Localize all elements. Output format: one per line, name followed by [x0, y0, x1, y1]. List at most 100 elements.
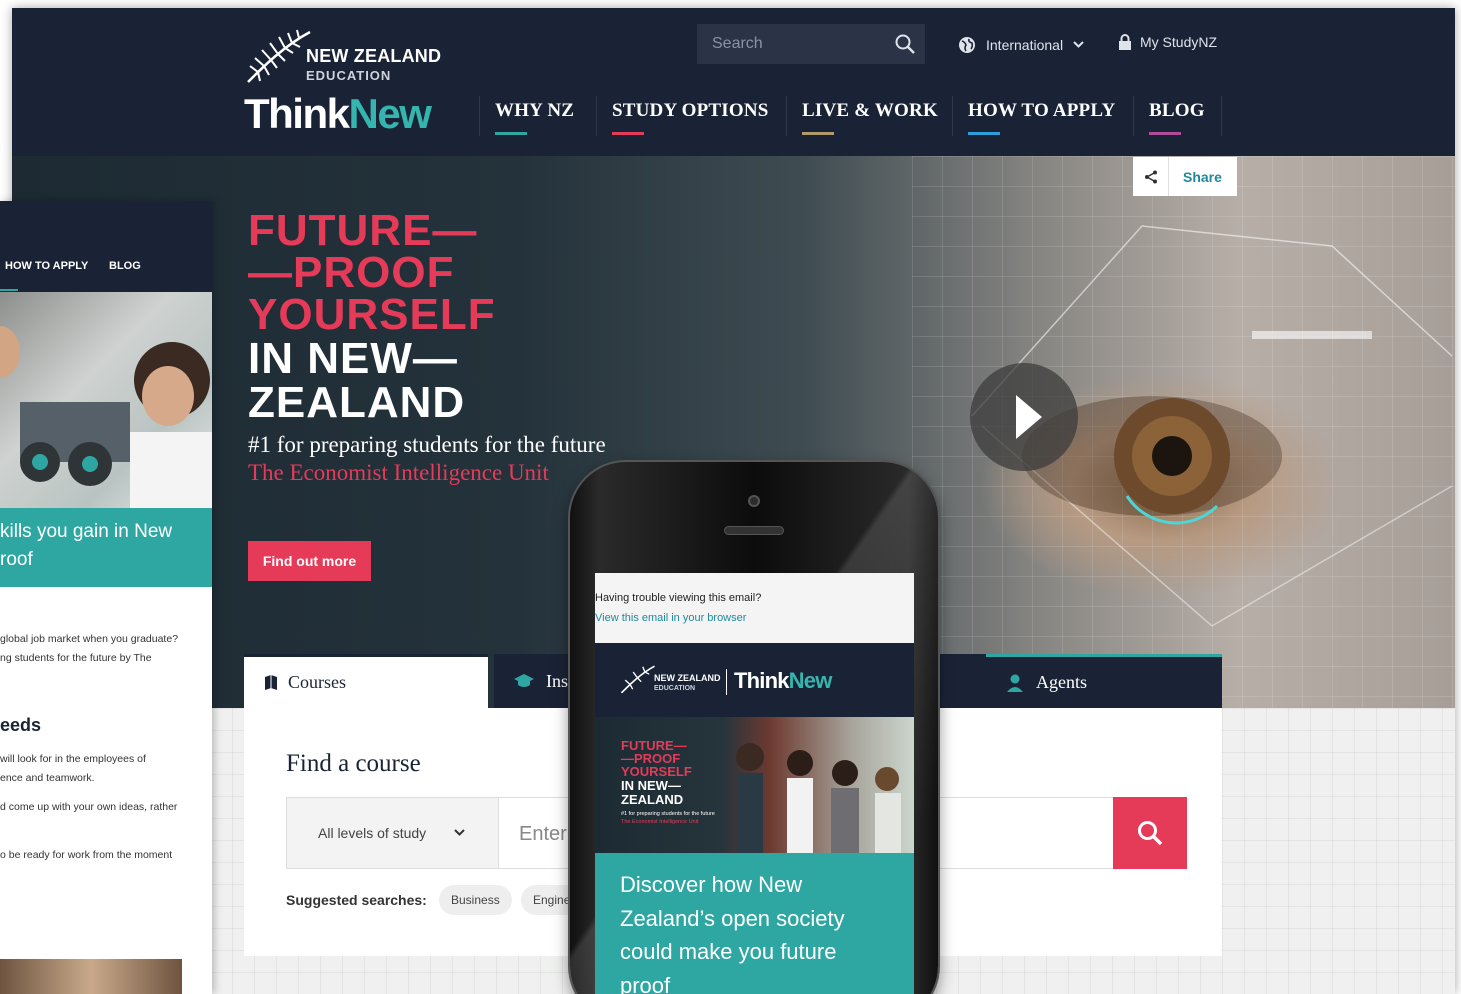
- email-headline-block[interactable]: Discover how New Zealand’s open society …: [595, 853, 914, 994]
- search-placeholder: Search: [712, 35, 763, 52]
- hero-title-line-5: ZEALAND: [248, 378, 466, 427]
- search-input[interactable]: Search: [697, 24, 925, 64]
- mobile-banner-line-1: kills you gain in New: [0, 521, 173, 542]
- tab-agents[interactable]: Agents: [986, 654, 1222, 708]
- find-course-heading: Find a course: [286, 750, 421, 777]
- email-headline-line-2: Zealand’s open society: [620, 905, 845, 931]
- level-select-value: All levels of study: [318, 825, 427, 841]
- nav-underline-study-options: [612, 132, 644, 135]
- nav-divider: [479, 96, 480, 136]
- mobile-paragraph-line: d come up with your own ideas, rather: [0, 801, 178, 813]
- email-headline-line-4: proof: [620, 972, 671, 994]
- thinknew-logo[interactable]: ThinkNew: [244, 90, 432, 138]
- nav-blog[interactable]: BLOG: [1149, 100, 1205, 122]
- students-photo-2: [0, 959, 182, 994]
- mobile-banner-line-2: roof: [0, 549, 33, 570]
- chevron-down-icon: [454, 829, 465, 836]
- mobile-nav-how-to-apply[interactable]: HOW TO APPLY: [5, 260, 88, 272]
- my-studynz-label: My StudyNZ: [1140, 34, 1218, 50]
- mobile-paragraph-line: ence and teamwork.: [0, 772, 95, 784]
- logo-new: New: [348, 90, 432, 137]
- email-source: The Economist Intelligence Unit: [621, 819, 699, 825]
- hero-tagline: #1 for preparing students for the future: [248, 432, 606, 457]
- mobile-nav-underline: [0, 289, 18, 291]
- search-icon: [1138, 821, 1163, 846]
- nav-divider: [1221, 96, 1222, 136]
- email-tagline: #1 for preparing students for the future: [621, 811, 715, 817]
- region-selector[interactable]: International: [958, 36, 1084, 54]
- silver-fern-icon: [620, 665, 655, 694]
- mobile-article-mockup: HOW TO APPLY BLOG kills you gain in New …: [0, 201, 212, 994]
- hero-title-line-1: FUTURE—: [248, 206, 478, 255]
- graduation-cap-icon: [514, 674, 534, 687]
- share-button[interactable]: Share: [1133, 157, 1237, 196]
- email-thinknew-logo: ThinkNew: [734, 668, 832, 694]
- nav-underline-blog: [1149, 132, 1181, 135]
- silver-fern-icon: [247, 29, 311, 83]
- level-of-study-select[interactable]: All levels of study: [286, 797, 499, 869]
- hero-title-line-3: YOURSELF: [248, 290, 496, 339]
- email-title-line-4: IN NEW—: [621, 778, 681, 793]
- hero-title-line-2: —PROOF: [248, 248, 455, 297]
- logo-education: EDUCATION: [306, 68, 392, 83]
- lock-icon: [1119, 34, 1131, 50]
- email-logo-divider: [726, 669, 727, 695]
- email-logo-nz: NEW ZEALAND: [654, 673, 721, 683]
- my-studynz-link[interactable]: My StudyNZ: [1118, 34, 1217, 50]
- person-icon: [1007, 674, 1023, 692]
- email-preheader: [595, 573, 914, 643]
- email-headline-line-1: Discover how New: [620, 872, 803, 897]
- site-header: NEW ZEALAND EDUCATION ThinkNew Search In…: [12, 8, 1455, 156]
- hero-source: The Economist Intelligence Unit: [248, 460, 549, 485]
- region-label: International: [986, 37, 1064, 53]
- email-hero-image: FUTURE— —PROOF YOURSELF IN NEW— ZEALAND …: [595, 717, 914, 853]
- nav-divider: [1133, 96, 1134, 136]
- nav-divider: [952, 96, 953, 136]
- students-robotics-photo: [0, 292, 212, 508]
- nav-underline-why-nz: [495, 132, 527, 135]
- share-icon: [1144, 170, 1157, 183]
- mobile-article-banner: kills you gain in New roof: [0, 508, 212, 587]
- nav-live-work[interactable]: LIVE & WORK: [802, 100, 938, 122]
- email-preview-screen: Having trouble viewing this email? View …: [595, 573, 914, 994]
- view-in-browser-link[interactable]: View this email in your browser: [595, 612, 914, 624]
- suggested-searches-label: Suggested searches:: [286, 892, 427, 908]
- search-icon[interactable]: [895, 34, 915, 54]
- chevron-down-icon: [1073, 41, 1084, 48]
- email-trouble-text: Having trouble viewing this email?: [595, 592, 762, 604]
- mobile-paragraph-line: o be ready for work from the moment: [0, 849, 173, 861]
- globe-icon: [959, 37, 975, 53]
- hero-title-line-4: IN NEW—: [248, 334, 458, 383]
- nav-why-nz[interactable]: WHY NZ: [495, 100, 574, 122]
- email-title-line-5: ZEALAND: [621, 792, 684, 807]
- nav-underline-live-work: [802, 132, 834, 135]
- nav-divider: [596, 96, 597, 136]
- email-logo-education: EDUCATION: [654, 685, 696, 692]
- book-icon: [265, 674, 277, 690]
- find-out-more-button[interactable]: Find out more: [248, 541, 371, 581]
- logo-new-zealand: NEW ZEALAND: [306, 46, 442, 66]
- play-video-button[interactable]: [970, 363, 1078, 471]
- suggestion-chip-business[interactable]: Business: [439, 885, 512, 915]
- tab-courses-label: Courses: [288, 672, 346, 692]
- course-input-placeholder: Enter: [519, 823, 567, 845]
- nav-underline-how-to-apply: [968, 132, 1000, 135]
- mobile-header: [0, 201, 212, 292]
- mobile-paragraph-line: global job market when you graduate?: [0, 633, 179, 645]
- mobile-section-heading: eeds: [0, 715, 42, 735]
- email-logo-think: Think: [734, 668, 789, 693]
- email-title-line-3: YOURSELF: [621, 764, 692, 779]
- logo-think: Think: [244, 90, 350, 137]
- email-logo-new: New: [788, 668, 833, 693]
- nav-study-options[interactable]: STUDY OPTIONS: [612, 100, 769, 122]
- email-headline-line-3: could make you future: [620, 939, 837, 964]
- nav-divider: [786, 96, 787, 136]
- nav-how-to-apply[interactable]: HOW TO APPLY: [968, 100, 1115, 122]
- email-header: NEW ZEALAND EDUCATION ThinkNew: [595, 643, 914, 717]
- course-search-button[interactable]: [1113, 797, 1187, 869]
- mobile-nav-blog[interactable]: BLOG: [109, 260, 141, 272]
- mobile-paragraph-line: will look for in the employees of: [0, 753, 146, 765]
- mobile-paragraph-line: ng students for the future by The: [0, 652, 152, 664]
- tab-agents-label: Agents: [1036, 672, 1087, 692]
- tab-courses[interactable]: Courses: [244, 654, 488, 708]
